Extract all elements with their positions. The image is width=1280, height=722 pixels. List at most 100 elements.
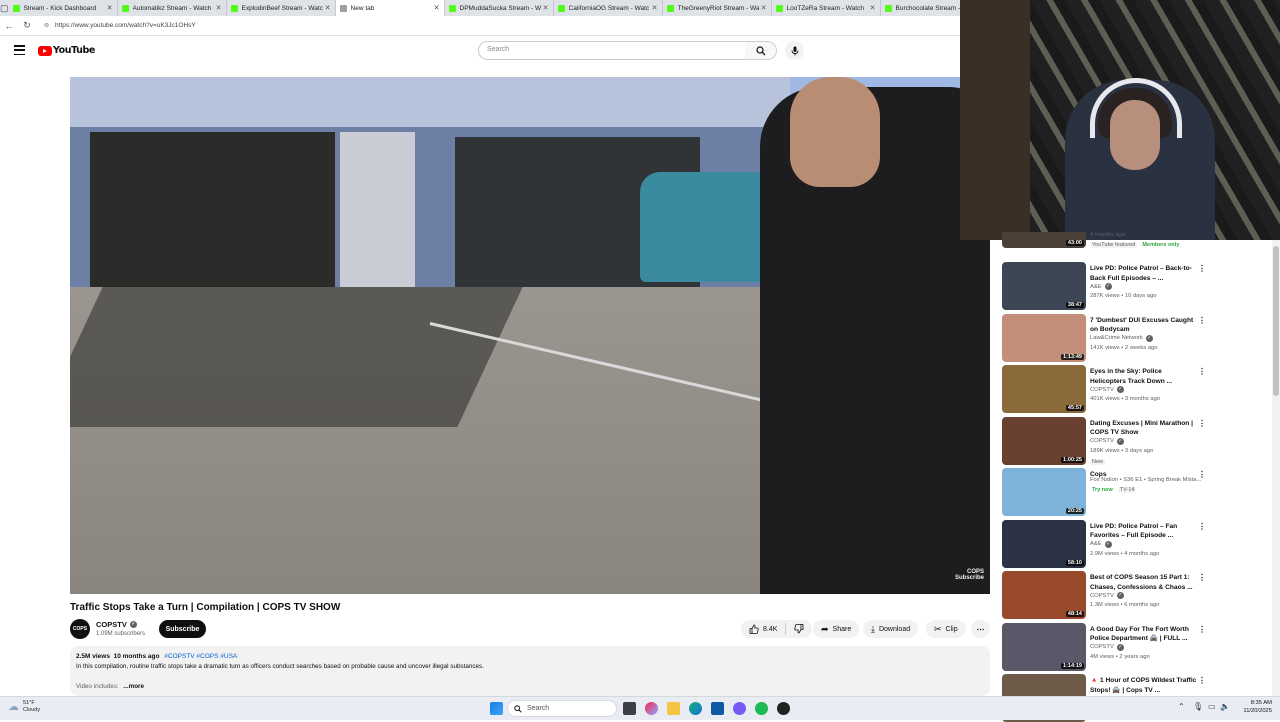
recommendation-thumbnail[interactable]: 48:14: [1002, 571, 1086, 619]
recommendation-item[interactable]: 58:10 Live PD: Police Patrol – Fan Favori…: [1002, 519, 1272, 568]
more-vertical-icon[interactable]: ⋮: [1198, 522, 1206, 531]
task-view-icon[interactable]: [623, 702, 636, 715]
spotify-icon[interactable]: [755, 702, 768, 715]
close-tab-icon[interactable]: ✕: [652, 4, 658, 12]
close-tab-icon[interactable]: ✕: [107, 4, 113, 12]
close-tab-icon[interactable]: ✕: [325, 4, 331, 12]
recommendation-title[interactable]: 7 'Dumbest' DUI Excuses Caught on Bodyca…: [1090, 316, 1198, 335]
file-explorer-icon[interactable]: [667, 702, 680, 715]
obs-icon[interactable]: [777, 702, 790, 715]
tray-chevron-icon[interactable]: ⌃: [1178, 702, 1185, 711]
browser-tab[interactable]: ExplodinBeef Stream - Watch ✕: [227, 0, 336, 16]
copilot-icon[interactable]: [645, 702, 658, 715]
recommendation-partial[interactable]: 43:00 4 months ago YouTube featured Memb…: [1002, 232, 1272, 252]
search-input[interactable]: Search: [478, 41, 746, 60]
clip-button[interactable]: ✂ Clip: [926, 620, 966, 638]
discord-icon[interactable]: [733, 702, 746, 715]
recommendation-channel[interactable]: A&E ✓: [1090, 540, 1112, 548]
recommendation-item[interactable]: 1:14:19 A Good Day For The Fort Worth Pol…: [1002, 622, 1272, 671]
browser-tab[interactable]: New tab ✕: [335, 0, 445, 16]
recommendation-item[interactable]: 20:25 Cops ⋮ Fox Nation • S36 E1 • Spring B…: [1002, 468, 1272, 516]
browser-tab[interactable]: LooTZeRa Stream - Watch ✕: [772, 0, 881, 16]
subscribe-button[interactable]: Subscribe: [159, 620, 206, 638]
channel-name-row[interactable]: COPSTV ✓: [96, 620, 137, 629]
site-info-icon[interactable]: ⊜: [44, 22, 49, 29]
recommendation-title[interactable]: A Good Day For The Fort Worth Police Dep…: [1090, 625, 1198, 644]
youtube-logo[interactable]: YouTube: [38, 45, 95, 56]
recommendation-title[interactable]: Eyes in the Sky: Police Helicopters Trac…: [1090, 367, 1198, 386]
recommendation-title[interactable]: Live PD: Police Patrol – Fan Favorites –…: [1090, 522, 1198, 541]
recommendation-item[interactable]: 38:47 Live PD: Police Patrol – Back-to-Ba…: [1002, 262, 1272, 310]
recommendation-item[interactable]: 45:57 Eyes in the Sky: Police Helicopters…: [1002, 365, 1272, 413]
recommendation-title[interactable]: 🔺 1 Hour of COPS Wildest Traffic Stops! …: [1090, 676, 1198, 695]
volume-icon[interactable]: 🔈: [1220, 702, 1230, 711]
recommendation-thumbnail[interactable]: 1:14:19: [1002, 622, 1086, 671]
channel-avatar[interactable]: COPS: [70, 619, 90, 639]
recommendation-item[interactable]: 1:13:49 7 'Dumbest' DUI Excuses Caught on…: [1002, 313, 1272, 362]
voice-search-button[interactable]: [785, 41, 804, 60]
recommendation-channel[interactable]: COPSTV ✓: [1090, 437, 1124, 445]
recommendation-thumbnail[interactable]: 58:10: [1002, 519, 1086, 568]
scrollbar-thumb[interactable]: [1273, 246, 1279, 396]
recommendation-title[interactable]: Best of COPS Season 15 Part 1: Chases, C…: [1090, 573, 1198, 592]
store-icon[interactable]: [711, 702, 724, 715]
back-icon[interactable]: ←: [0, 17, 18, 35]
recommendation-thumbnail[interactable]: 43:00: [1002, 232, 1086, 248]
browser-tab[interactable]: DPMuddaSucka Stream - W ✕: [445, 0, 554, 16]
url-field[interactable]: ⊜ https://www.youtube.com/watch?v=uK3Jc1…: [44, 22, 196, 29]
edge-icon[interactable]: [689, 702, 702, 715]
more-vertical-icon[interactable]: ⋮: [1198, 316, 1206, 325]
recommendation-title[interactable]: Live PD: Police Patrol – Back-to-Back Fu…: [1090, 264, 1198, 283]
recommendation-title[interactable]: Dating Excuses | Mini Marathon | COPS TV…: [1090, 419, 1198, 438]
recommendation-item[interactable]: 48:14 Best of COPS Season 15 Part 1: Chas…: [1002, 571, 1272, 619]
recommendation-channel[interactable]: Law&Crime Network ✓: [1090, 334, 1153, 342]
browser-tab[interactable]: Automatikz Stream - Watch ✕: [118, 0, 227, 16]
recommendation-channel[interactable]: A&E ✓: [1090, 283, 1112, 290]
search-button[interactable]: [745, 41, 777, 60]
close-tab-icon[interactable]: ✕: [434, 4, 440, 12]
close-tab-icon[interactable]: ✕: [870, 4, 876, 12]
recommendation-channel[interactable]: COPSTV ✓: [1090, 386, 1124, 393]
microphone-tray-icon[interactable]: 🎙: [1193, 702, 1203, 711]
thumbs-down-icon[interactable]: [794, 624, 804, 634]
more-vertical-icon[interactable]: ⋮: [1198, 367, 1206, 376]
channel-watermark[interactable]: COPS Subscribe: [955, 569, 984, 582]
browser-tab[interactable]: CaliforniaOG Stream - Watc ✕: [554, 0, 663, 16]
browser-tab[interactable]: TheGreenyRiot Stream - Wa ✕: [663, 0, 772, 16]
recommendation-channel[interactable]: COPSTV ✓: [1090, 643, 1124, 651]
close-tab-icon[interactable]: ✕: [543, 4, 549, 12]
taskbar-search[interactable]: Search: [507, 700, 617, 717]
like-button[interactable]: 8.4K: [741, 620, 813, 638]
more-vertical-icon[interactable]: ⋮: [1198, 264, 1206, 273]
recommendation-thumbnail[interactable]: 1:00:25: [1002, 416, 1086, 465]
hashtags[interactable]: #COPSTV #COPS #USA: [164, 653, 237, 660]
menu-icon[interactable]: [14, 45, 25, 55]
more-vertical-icon[interactable]: ⋮: [1198, 625, 1206, 634]
download-button[interactable]: ⤓ Download: [863, 620, 919, 638]
network-icon[interactable]: ▭: [1208, 702, 1216, 711]
tab-overview-icon[interactable]: ▢: [0, 0, 9, 16]
recommendation-thumbnail[interactable]: 1:13:49: [1002, 313, 1086, 362]
taskbar-clock[interactable]: 8:35 AM 11/20/2025: [1232, 700, 1272, 715]
more-vertical-icon[interactable]: ⋮: [1198, 676, 1206, 685]
browser-tab[interactable]: Stream - Kick Dashboard ✕: [9, 0, 118, 16]
recommendation-thumbnail[interactable]: 45:57: [1002, 365, 1086, 413]
sidebar-scrollbar[interactable]: [1272, 240, 1280, 696]
close-tab-icon[interactable]: ✕: [761, 4, 767, 12]
recommendation-channel[interactable]: COPSTV ✓: [1090, 592, 1124, 599]
reload-icon[interactable]: ↻: [18, 17, 36, 35]
share-button[interactable]: ➦ Share: [813, 620, 860, 638]
recommendation-thumbnail[interactable]: 38:47: [1002, 262, 1086, 310]
more-vertical-icon[interactable]: ⋮: [1198, 573, 1206, 582]
start-icon[interactable]: [490, 702, 503, 715]
more-actions-button[interactable]: ⋯: [971, 620, 990, 638]
browser-tab[interactable]: Burchocolate Stream - Watc✕: [881, 0, 960, 16]
close-tab-icon[interactable]: ✕: [216, 4, 222, 12]
video-player[interactable]: COPS Subscribe: [70, 77, 990, 594]
more-vertical-icon[interactable]: ⋮: [1198, 419, 1206, 428]
recommendation-thumbnail[interactable]: 20:25: [1002, 468, 1086, 516]
recommendation-item[interactable]: 1:00:25 Dating Excuses | Mini Marathon | …: [1002, 416, 1272, 465]
recommendation-channel[interactable]: Fox Nation • S36 E1 • Spring Break Mista…: [1090, 477, 1201, 483]
show-more-link[interactable]: ...more: [123, 683, 144, 690]
weather-widget[interactable]: ☁ 51°F Cloudy: [8, 700, 40, 714]
